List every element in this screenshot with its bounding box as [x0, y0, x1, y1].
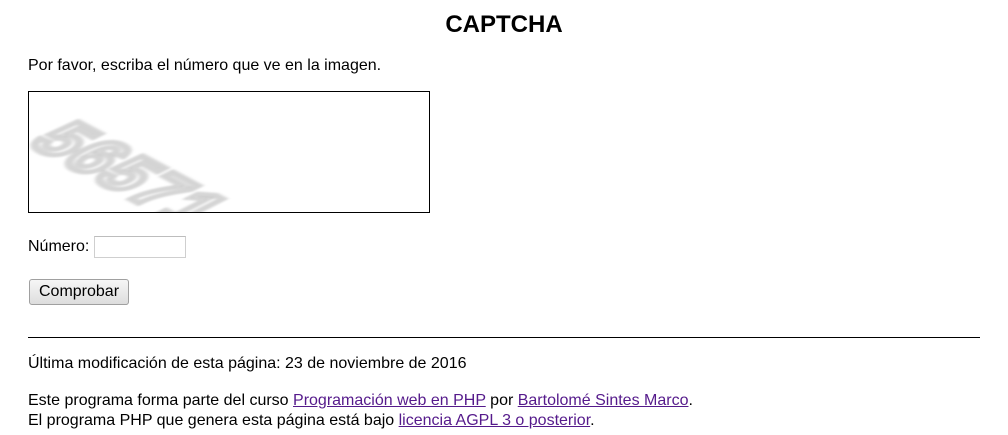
footer-line-license: El programa PHP que genera esta página e…: [28, 411, 693, 431]
captcha-instructions: Por favor, escriba el número que ve en l…: [28, 57, 382, 74]
horizontal-divider: [28, 337, 980, 338]
page-title: CAPTCHA: [445, 11, 563, 38]
captcha-digit-group: 56571 56571 56571: [29, 109, 252, 212]
captcha-digits-inner: 56571: [29, 112, 249, 212]
check-button[interactable]: Comprobar: [29, 279, 130, 305]
footer-line2-prefix: El programa PHP que genera esta página e…: [28, 412, 399, 429]
captcha-image: 56571 56571 56571: [28, 91, 430, 213]
author-link[interactable]: Bartolomé Sintes Marco: [518, 392, 689, 409]
footer-credits: Este programa forma parte del curso Prog…: [28, 391, 693, 431]
last-modified-text: Última modificación de esta página: 23 d…: [28, 355, 467, 372]
number-label: Número:: [28, 238, 90, 255]
footer-line1-suffix: .: [688, 392, 693, 409]
course-link[interactable]: Programación web en PHP: [293, 392, 486, 409]
number-field-row: Número:: [28, 234, 187, 260]
footer-line2-suffix: .: [590, 412, 595, 429]
number-input[interactable]: [94, 236, 187, 258]
license-link[interactable]: licencia AGPL 3 o posterior: [399, 412, 591, 429]
footer-line1-middle: por: [485, 392, 518, 409]
footer-line1-prefix: Este programa forma parte del curso: [28, 392, 294, 409]
footer-line-course: Este programa forma parte del curso Prog…: [28, 391, 693, 411]
captcha-distorted-digits: 56571 56571 56571: [29, 109, 252, 212]
